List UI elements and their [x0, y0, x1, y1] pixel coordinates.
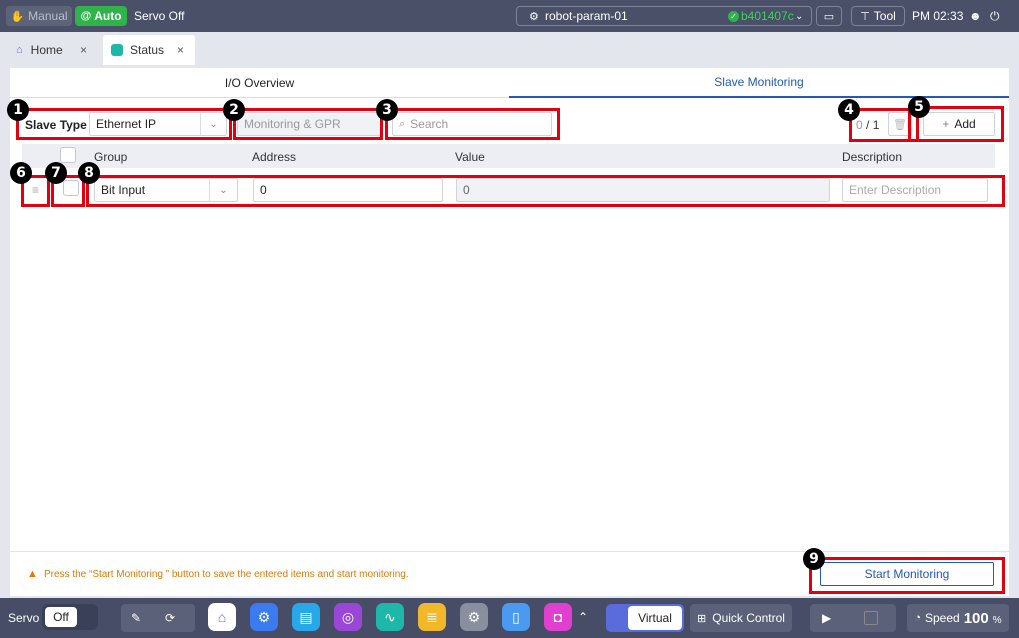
warning-icon: ▲: [27, 568, 38, 580]
tab-status[interactable]: Status ×: [103, 35, 195, 65]
footer-notice: Press the “Start Monitoring ” button to …: [44, 569, 409, 580]
annotation-box-9: [809, 557, 1005, 594]
tab-slave-monitoring[interactable]: Slave Monitoring: [509, 68, 1009, 98]
manual-mode-button[interactable]: ✋ Manual: [6, 6, 72, 26]
speed-label: Speed: [925, 611, 960, 625]
home-app-icon[interactable]: ⌂: [208, 603, 236, 631]
marker-9: 9: [803, 548, 825, 570]
speedometer-icon: ◔: [914, 612, 921, 624]
io-overview-label: I/O Overview: [224, 75, 295, 90]
column-address: Address: [252, 150, 297, 164]
servo-state: Off: [45, 607, 77, 627]
marker-2: 2: [223, 99, 245, 121]
quick-control-button[interactable]: ⊞ Quick Control: [690, 604, 792, 632]
select-all-checkbox[interactable]: [60, 147, 76, 163]
jog-app-icon[interactable]: ◎: [334, 603, 362, 631]
annotation-box-8: [86, 175, 1005, 207]
marker-3: 3: [376, 99, 398, 121]
auto-icon: @: [80, 10, 92, 22]
clock: PM 02:33: [912, 9, 964, 23]
status-icon: [111, 44, 123, 56]
dock: Servo Off ✎ ⟳ ⌂ ⚙ ▤ ◎ ∿ ≣ ⚙ ▯ ◘ ⌃ Virtua…: [0, 598, 1019, 638]
annotation-box-2: [233, 108, 383, 140]
footer-divider: [10, 551, 1009, 552]
marker-5: 5: [908, 96, 930, 118]
speed-control[interactable]: ◔ Speed 100 %: [907, 604, 1009, 632]
robot-name: robot-param-01: [545, 9, 628, 23]
robot-selector[interactable]: ⚙ robot-param-01 ✓ b401407c ⌄: [516, 6, 812, 26]
playback-controls: ▶: [810, 604, 896, 632]
chevron-up-icon[interactable]: ⌃: [578, 610, 588, 624]
slave-monitoring-label: Slave Monitoring: [714, 75, 804, 89]
main-panel: I/O Overview Slave Monitoring Slave Type…: [10, 68, 1009, 596]
column-group: Group: [94, 150, 128, 164]
marker-6: 6: [10, 162, 32, 184]
auto-label: Auto: [94, 9, 122, 23]
program-app-icon[interactable]: ▤: [292, 603, 320, 631]
top-bar: ✋ Manual @ Auto Servo Off ⚙ robot-param-…: [0, 0, 1019, 32]
servo-toggle[interactable]: Off: [42, 604, 98, 630]
servo-label: Servo: [8, 611, 40, 625]
annotation-box-1: [16, 108, 232, 140]
servo-status: Servo Off: [134, 9, 185, 23]
marker-4: 4: [838, 99, 860, 121]
speed-value: 100: [963, 609, 989, 627]
annotation-box-3: [385, 108, 560, 140]
close-icon[interactable]: ×: [80, 43, 87, 57]
remote-app-icon[interactable]: ▯: [502, 603, 530, 631]
tool-label: Tool: [873, 9, 896, 23]
tool-icon: ⊤: [860, 10, 870, 23]
marker-8: 8: [78, 162, 100, 184]
column-value: Value: [455, 150, 485, 164]
tab-home[interactable]: ⌂ Home ×: [8, 35, 98, 65]
manual-hand-icon: ✋: [10, 10, 25, 23]
stop-icon[interactable]: [864, 611, 878, 625]
tab-home-label: Home: [30, 43, 63, 57]
wrench-icon[interactable]: ✎: [131, 611, 141, 625]
folder-icon: ▭: [823, 10, 835, 23]
store-app-icon[interactable]: ◘: [544, 603, 572, 631]
column-description: Description: [842, 150, 903, 164]
manual-label: Manual: [28, 9, 68, 23]
commit-check-icon: ✓: [728, 10, 739, 22]
speed-unit: %: [992, 614, 1002, 626]
commit-hash: b401407c: [741, 9, 794, 23]
tab-bar: ⌂ Home × Status ×: [0, 32, 1019, 68]
tab-status-label: Status: [130, 43, 165, 57]
maintenance-buttons: ✎ ⟳: [121, 604, 195, 632]
marker-1: 1: [7, 99, 29, 121]
user-icon[interactable]: ☻: [969, 6, 982, 26]
auto-mode-button[interactable]: @ Auto: [75, 6, 127, 26]
virtual-label: Virtual: [628, 606, 682, 630]
status-app-icon[interactable]: ∿: [376, 603, 404, 631]
grid-icon: ⊞: [697, 612, 707, 625]
notes-app-icon[interactable]: ≣: [418, 603, 446, 631]
close-icon[interactable]: ×: [177, 43, 184, 57]
tab-io-overview[interactable]: I/O Overview: [10, 68, 509, 98]
virtual-toggle[interactable]: Virtual: [606, 604, 684, 632]
play-icon[interactable]: ▶: [822, 611, 831, 625]
home-icon: ⌂: [16, 44, 23, 56]
marker-7: 7: [45, 162, 67, 184]
folder-button[interactable]: ▭: [816, 6, 842, 26]
tool-button[interactable]: ⊤ Tool: [851, 6, 905, 26]
power-icon[interactable]: ⏻: [990, 6, 1000, 26]
robot-arm-icon: ⚙: [529, 10, 539, 23]
robot-app-icon[interactable]: ⚙: [250, 603, 278, 631]
chevron-down-icon: ⌄: [795, 10, 804, 22]
settings-app-icon[interactable]: ⚙: [460, 603, 488, 631]
quick-control-label: Quick Control: [712, 611, 785, 625]
recovery-icon[interactable]: ⟳: [165, 611, 175, 625]
